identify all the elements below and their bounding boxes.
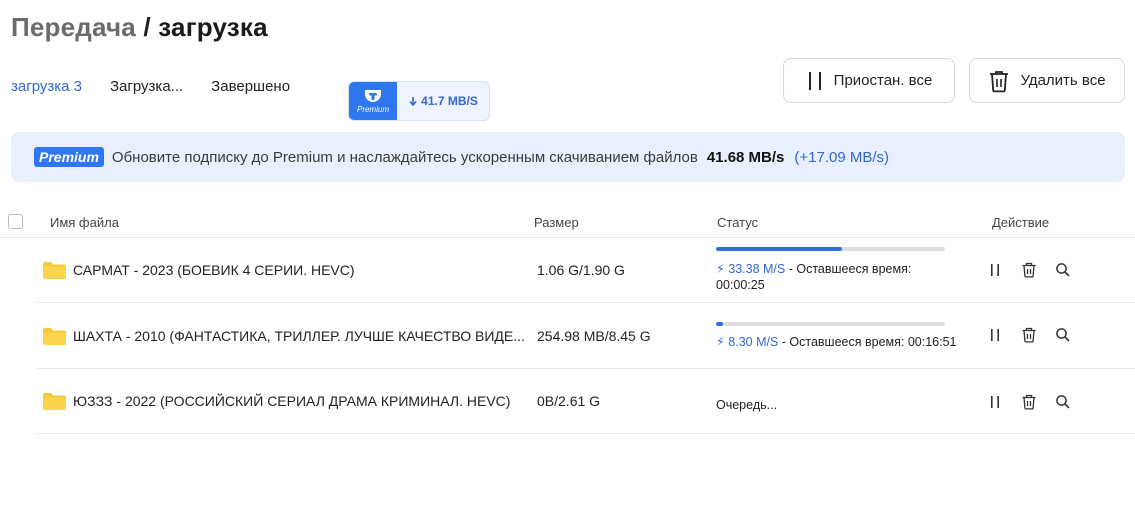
file-name: САРМАТ - 2023 (БОЕВИК 4 СЕРИИ. HEVC): [73, 262, 355, 278]
progress-fill: [716, 247, 842, 251]
status-line: ⚡ 8.30 M/S - Оставшееся время: 00:16:51: [716, 334, 957, 349]
page-title: Передача / загрузка: [11, 12, 268, 43]
pause-all-label: Приостан. все: [833, 72, 933, 89]
banner-extra-speed: (+17.09 MB/s): [794, 148, 890, 166]
lightning-icon: ⚡: [716, 262, 725, 276]
tab-bar: загрузка 3 Загрузка... Завершено: [11, 78, 290, 95]
pause-icon: [808, 71, 821, 90]
pause-icon: [991, 329, 999, 341]
table-header: Имя файла Размер Статус Действие: [0, 207, 1135, 238]
file-name: ШАХТА - 2010 (ФАНТАСТИКА, ТРИЛЛЕР. ЛУЧШЕ…: [73, 328, 525, 344]
delete-button[interactable]: [1020, 261, 1038, 279]
row-actions: [986, 261, 1072, 279]
trash-icon: [1022, 262, 1036, 278]
tab-completed[interactable]: Завершено: [211, 78, 290, 95]
pause-icon: [991, 396, 999, 408]
row-actions: [986, 393, 1072, 411]
pause-icon: [991, 264, 999, 276]
folder-icon: [43, 262, 66, 279]
premium-icon: [365, 90, 381, 102]
search-icon: [1056, 395, 1070, 409]
search-button[interactable]: [1054, 261, 1072, 279]
folder-icon: [43, 328, 66, 345]
breadcrumb-current: загрузка: [158, 12, 268, 42]
search-button[interactable]: [1054, 326, 1072, 344]
lightning-icon: ⚡: [716, 335, 725, 349]
row-actions: [986, 326, 1072, 344]
trash-icon: [1022, 327, 1036, 343]
progress-bar: [716, 322, 945, 326]
banner-message: Обновите подписку до Premium и наслаждай…: [111, 148, 698, 166]
pause-button[interactable]: [986, 261, 1004, 279]
download-rate: 8.30 M/S: [728, 335, 779, 349]
progress-bar: [716, 247, 945, 251]
column-header-status: Статус: [717, 215, 759, 230]
trash-icon: [1022, 394, 1036, 410]
column-header-size: Размер: [534, 215, 579, 230]
remaining-time: 00:00:25: [716, 278, 765, 292]
select-all-checkbox[interactable]: [8, 214, 23, 229]
premium-badge-label: Premium: [356, 105, 389, 114]
tab-downloading[interactable]: загрузка 3: [11, 78, 82, 95]
file-status: ⚡ 8.30 M/S - Оставшееся время: 00:16:51: [716, 304, 986, 368]
breadcrumb-parent: Передача: [11, 12, 136, 42]
breadcrumb-separator: /: [143, 12, 151, 42]
status-line: ⚡ 33.38 M/S - Оставшееся время:: [716, 261, 911, 276]
column-header-name: Имя файла: [50, 215, 119, 230]
file-status: ⚡ 33.38 M/S - Оставшееся время: 00:00:25: [716, 238, 986, 302]
pause-button[interactable]: [986, 326, 1004, 344]
pause-button[interactable]: [986, 393, 1004, 411]
column-header-action: Действие: [992, 215, 1050, 230]
remaining-label: - Оставшееся время:: [785, 262, 912, 276]
banner-speed: 41.68 MB/s: [706, 148, 785, 166]
remaining-label: - Оставшееся время: 00:16:51: [778, 335, 957, 349]
search-icon: [1056, 263, 1070, 277]
download-rate: 33.38 M/S: [728, 262, 786, 276]
file-name: ЮЗЗЗ - 2022 (РОССИЙСКИЙ СЕРИАЛ ДРАМА КРИ…: [73, 393, 511, 409]
file-size: 1.06 G/1.90 G: [537, 262, 625, 278]
queue-status: Очередь...: [716, 398, 778, 412]
premium-tag: Premium: [34, 147, 104, 167]
premium-speed-badge[interactable]: Premium 41.7 MB/S: [348, 81, 490, 121]
total-speed-value: 41.7 MB/S: [421, 94, 478, 108]
premium-badge-logo: Premium: [349, 82, 397, 120]
table-row[interactable]: ЮЗЗЗ - 2022 (РОССИЙСКИЙ СЕРИАЛ ДРАМА КРИ…: [36, 369, 1135, 434]
search-button[interactable]: [1054, 393, 1072, 411]
folder-icon: [43, 393, 66, 410]
delete-button[interactable]: [1020, 393, 1038, 411]
table-row[interactable]: ШАХТА - 2010 (ФАНТАСТИКА, ТРИЛЛЕР. ЛУЧШЕ…: [36, 304, 1135, 369]
pause-all-button[interactable]: Приостан. все: [783, 58, 955, 103]
premium-upgrade-banner[interactable]: Premium Обновите подписку до Premium и н…: [11, 132, 1125, 182]
delete-all-button[interactable]: Удалить все: [969, 58, 1125, 103]
delete-all-label: Удалить все: [1020, 72, 1106, 89]
delete-button[interactable]: [1020, 326, 1038, 344]
file-status: Очередь...: [716, 369, 986, 433]
arrow-down-icon: [409, 96, 417, 106]
table-row[interactable]: САРМАТ - 2023 (БОЕВИК 4 СЕРИИ. HEVC) 1.0…: [36, 238, 1135, 303]
total-speed: 41.7 MB/S: [397, 82, 489, 120]
file-size: 254.98 MB/8.45 G: [537, 328, 651, 344]
tab-loading[interactable]: Загрузка...: [110, 78, 183, 95]
trash-icon: [990, 70, 1009, 92]
search-icon: [1056, 328, 1070, 342]
file-size: 0B/2.61 G: [537, 393, 601, 409]
progress-fill: [716, 322, 723, 326]
